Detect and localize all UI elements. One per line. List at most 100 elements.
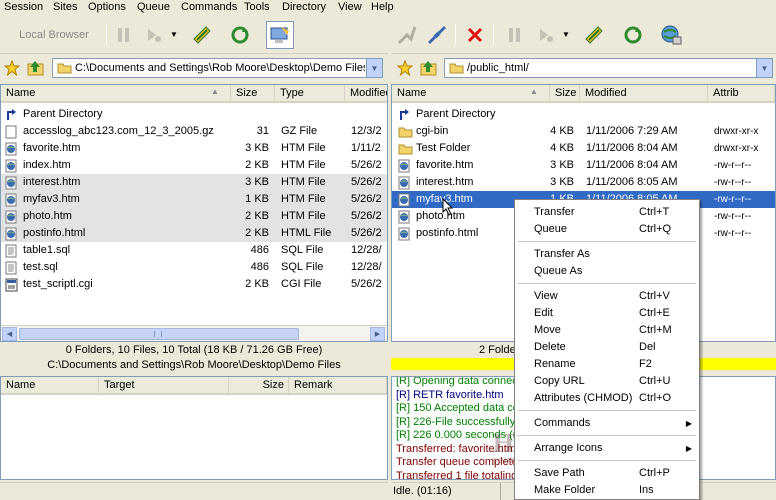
context-menu-item-commands[interactable]: Commands ▶	[516, 415, 698, 432]
context-menu-item-view[interactable]: View Ctrl+V	[516, 288, 698, 305]
local-browser-button[interactable]: Local Browser	[6, 26, 102, 44]
file-modified: 12/3/2	[351, 125, 382, 137]
menu-commands[interactable]: Commands	[179, 0, 239, 15]
refresh-button[interactable]	[228, 23, 252, 47]
table-row[interactable]: myfav3.htm 1 KB HTM File 5/26/2	[1, 191, 387, 208]
pause-icon	[118, 28, 129, 42]
scroll-grip-icon	[154, 331, 162, 337]
context-menu-item-copy-url[interactable]: Copy URL Ctrl+U	[516, 373, 698, 390]
table-row[interactable]: Parent Directory	[1, 106, 387, 123]
queue-column-name[interactable]: Name	[1, 377, 99, 393]
table-row[interactable]: postinfo.html 2 KB HTML File 5/26/2	[1, 225, 387, 242]
menu-queue[interactable]: Queue	[135, 0, 172, 15]
table-row[interactable]: cgi-bin 4 KB 1/11/2006 7:29 AM drwxr-xr-x	[392, 123, 775, 140]
column-header-attrib[interactable]: Attrib	[708, 85, 775, 101]
scroll-thumb[interactable]	[19, 328, 299, 340]
menu-item-shortcut: Ctrl+V	[639, 290, 670, 302]
remote-view-button[interactable]	[659, 23, 683, 47]
abort-button[interactable]	[463, 23, 487, 47]
file-type: HTM File	[281, 159, 326, 171]
context-menu-item-queue-as[interactable]: Queue As	[516, 263, 698, 280]
table-row[interactable]: test.sql 486 SQL File 12/28/	[1, 259, 387, 276]
queue-column-target[interactable]: Target	[99, 377, 229, 393]
table-row[interactable]: Test Folder 4 KB 1/11/2006 8:04 AM drwxr-xr…	[392, 140, 775, 157]
left-path-dropdown-icon[interactable]: ▼	[366, 59, 382, 77]
disconnect-button[interactable]	[425, 23, 449, 47]
favorites-star-icon[interactable]	[4, 60, 20, 76]
table-row[interactable]: photo.htm 2 KB HTM File 5/26/2	[1, 208, 387, 225]
table-row[interactable]: test_scriptl.cgi 2 KB CGI File 5/26/2	[1, 276, 387, 293]
context-menu-item-make-folder[interactable]: Make Folder Ins	[516, 482, 698, 499]
toolbar-separator	[106, 24, 107, 46]
log-line: [R] Opening data connec	[396, 376, 518, 387]
refresh-transfer-button[interactable]	[190, 23, 214, 47]
file-type: GZ File	[281, 125, 318, 137]
cgi-file-icon	[5, 278, 18, 292]
context-menu-item-move[interactable]: Move Ctrl+M	[516, 322, 698, 339]
menu-session[interactable]: Session	[2, 0, 45, 15]
file-type: SQL File	[281, 244, 324, 256]
context-menu-item-delete[interactable]: Delete Del	[516, 339, 698, 356]
table-row[interactable]: accesslog_abc123.com_12_3_2005.gz 31 GZ Fi…	[1, 123, 387, 140]
table-row[interactable]: interest.htm 3 KB 1/11/2006 8:05 AM -rw-r--…	[392, 174, 775, 191]
connect-button[interactable]	[395, 23, 419, 47]
column-header-size[interactable]: Size	[550, 85, 580, 101]
local-horizontal-scrollbar[interactable]: ◀ ▶	[1, 325, 387, 341]
menu-help[interactable]: Help	[369, 0, 396, 15]
table-row[interactable]: Parent Directory	[392, 106, 775, 123]
queue-column-remark[interactable]: Remark	[289, 377, 387, 393]
scroll-left-icon[interactable]: ◀	[2, 327, 17, 341]
scroll-right-icon[interactable]: ▶	[370, 327, 385, 341]
table-row[interactable]: interest.htm 3 KB HTM File 5/26/2	[1, 174, 387, 191]
remote-skip-button[interactable]	[534, 23, 558, 47]
context-menu-item-queue[interactable]: Queue Ctrl+Q	[516, 221, 698, 238]
local-status-path: C:\Documents and Settings\Rob Moore\Desk…	[47, 359, 341, 371]
context-menu-item-transfer[interactable]: Transfer Ctrl+T	[516, 204, 698, 221]
menu-tools[interactable]: Tools	[242, 0, 272, 15]
column-header-name[interactable]: Name	[1, 85, 231, 101]
file-modified: 12/28/	[351, 261, 382, 273]
context-menu-item-edit[interactable]: Edit Ctrl+E	[516, 305, 698, 322]
log-line: [R] 150 Accepted data co	[396, 402, 519, 414]
queue-column-size[interactable]: Size	[229, 377, 289, 393]
table-row[interactable]: favorite.htm 3 KB 1/11/2006 8:04 AM -rw-r--…	[392, 157, 775, 174]
transfer-queue[interactable]: Name Target Size Remark	[0, 376, 388, 480]
local-view-button[interactable]	[266, 21, 294, 49]
up-folder-icon[interactable]	[420, 59, 438, 76]
skip-dropdown-arrow-icon[interactable]: ▼	[170, 30, 178, 39]
context-menu-item-arrange-icons[interactable]: Arrange Icons ▶	[516, 440, 698, 457]
menu-options[interactable]: Options	[86, 0, 128, 15]
column-header-modified[interactable]: Modified	[580, 85, 708, 101]
table-row[interactable]: table1.sql 486 SQL File 12/28/	[1, 242, 387, 259]
table-row[interactable]: favorite.htm 3 KB HTM File 1/11/2	[1, 140, 387, 157]
right-path-combobox[interactable]: /public_html/ ▼	[444, 58, 773, 78]
menu-directory[interactable]: Directory	[280, 0, 328, 15]
context-menu-item-save-path[interactable]: Save Path Ctrl+P	[516, 465, 698, 482]
file-size: 2 KB	[245, 278, 269, 290]
file-size: 486	[250, 261, 269, 273]
column-header-type[interactable]: Type	[275, 85, 345, 101]
remote-refresh-button[interactable]	[621, 23, 645, 47]
up-folder-icon[interactable]	[27, 59, 45, 76]
remote-transfer-button[interactable]	[582, 23, 606, 47]
column-header-name[interactable]: Name	[392, 85, 550, 101]
remote-pause-button[interactable]	[503, 23, 527, 47]
pause-button[interactable]	[112, 23, 136, 47]
left-path-combobox[interactable]: C:\Documents and Settings\Rob Moore\Desk…	[52, 58, 383, 78]
favorites-star-icon[interactable]	[397, 60, 413, 76]
table-row[interactable]: index.htm 2 KB HTM File 5/26/2	[1, 157, 387, 174]
context-menu-item-transfer-as[interactable]: Transfer As	[516, 246, 698, 263]
remote-skip-dropdown-arrow-icon[interactable]: ▼	[562, 30, 570, 39]
column-header-size[interactable]: Size	[231, 85, 275, 101]
local-file-list[interactable]: Name ▲ Size Type Modified Parent Directo…	[0, 84, 388, 342]
context-menu-item-attributes-chmod[interactable]: Attributes (CHMOD) Ctrl+O	[516, 390, 698, 407]
column-header-modified[interactable]: Modified	[345, 85, 387, 101]
skip-button[interactable]	[142, 23, 166, 47]
file-modified: 5/26/2	[351, 176, 382, 188]
html-file-icon	[398, 210, 411, 224]
menu-sites[interactable]: Sites	[51, 0, 79, 15]
menu-divider	[518, 435, 696, 436]
menu-view[interactable]: View	[336, 0, 364, 15]
right-path-dropdown-icon[interactable]: ▼	[756, 59, 772, 77]
context-menu-item-rename[interactable]: Rename F2	[516, 356, 698, 373]
